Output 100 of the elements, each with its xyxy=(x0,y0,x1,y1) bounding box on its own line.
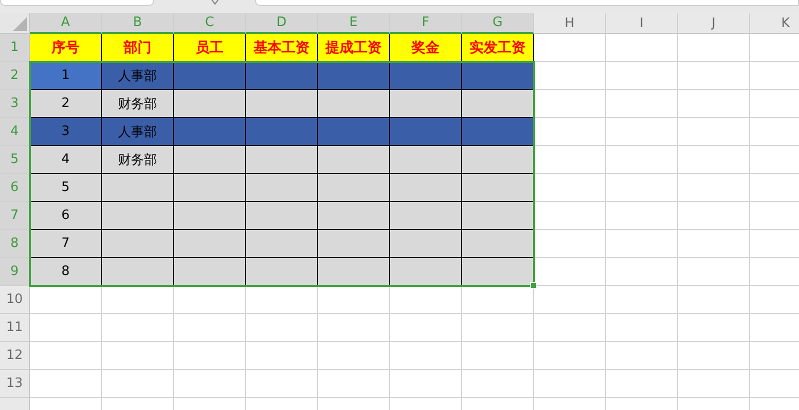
empty-cell xyxy=(462,370,534,398)
table-cell: 3 xyxy=(30,118,102,146)
empty-cell xyxy=(102,370,174,398)
empty-cell xyxy=(390,286,462,314)
empty-cell xyxy=(102,342,174,370)
empty-cell xyxy=(678,342,750,370)
empty-cell xyxy=(678,62,750,90)
empty-cell xyxy=(606,370,678,398)
empty-cell xyxy=(606,286,678,314)
table-cell: 财务部 xyxy=(102,90,174,118)
row-header[interactable]: 10 xyxy=(0,286,30,314)
empty-cell xyxy=(390,370,462,398)
table-cell: 1 xyxy=(30,62,102,90)
empty-cell xyxy=(534,342,606,370)
column-header[interactable]: I xyxy=(606,13,678,34)
row-header[interactable]: 2 xyxy=(0,62,30,90)
empty-cell xyxy=(174,370,246,398)
empty-cell xyxy=(606,62,678,90)
column-header[interactable]: H xyxy=(534,13,606,34)
row-header[interactable]: 11 xyxy=(0,314,30,342)
column-header[interactable]: B xyxy=(102,13,174,34)
empty-cell xyxy=(318,286,390,314)
empty-cell xyxy=(678,202,750,230)
row-header[interactable]: 8 xyxy=(0,230,30,258)
row-header[interactable]: 13 xyxy=(0,370,30,398)
empty-cell xyxy=(174,314,246,342)
empty-cell xyxy=(606,202,678,230)
table-cell: 财务部 xyxy=(102,146,174,174)
empty-cell xyxy=(246,342,318,370)
empty-cell xyxy=(678,314,750,342)
caret-icon[interactable] xyxy=(211,0,219,5)
empty-cell xyxy=(678,230,750,258)
table-cell: 8 xyxy=(30,258,102,286)
empty-cell xyxy=(246,286,318,314)
table-header-cell: 实发工资 xyxy=(462,34,534,62)
empty-cell xyxy=(606,314,678,342)
table-cell: 5 xyxy=(30,174,102,202)
empty-cell xyxy=(246,370,318,398)
column-header[interactable]: D xyxy=(246,13,318,34)
empty-cell xyxy=(174,286,246,314)
empty-cell xyxy=(534,286,606,314)
table-cell: 人事部 xyxy=(102,62,174,90)
empty-cell xyxy=(606,174,678,202)
column-header[interactable]: F xyxy=(390,13,462,34)
empty-cell xyxy=(390,342,462,370)
column-header[interactable]: K xyxy=(750,13,799,34)
select-all-corner[interactable] xyxy=(0,13,30,34)
empty-cell xyxy=(462,286,534,314)
table-header-cell: 部门 xyxy=(102,34,174,62)
row-header[interactable]: 1 xyxy=(0,34,30,62)
formula-field[interactable] xyxy=(255,0,799,6)
empty-cell xyxy=(318,342,390,370)
empty-cell xyxy=(678,90,750,118)
triangle-icon xyxy=(13,17,27,31)
empty-cell xyxy=(246,314,318,342)
empty-cell xyxy=(534,314,606,342)
empty-cell xyxy=(534,370,606,398)
row-header[interactable]: 4 xyxy=(0,118,30,146)
row-header[interactable]: 12 xyxy=(0,342,30,370)
row-header[interactable]: 3 xyxy=(0,90,30,118)
empty-cell xyxy=(606,146,678,174)
column-header[interactable]: A xyxy=(30,13,102,34)
table-cell: 2 xyxy=(30,90,102,118)
empty-cell xyxy=(102,286,174,314)
table-header-cell: 员工 xyxy=(174,34,246,62)
column-header[interactable]: E xyxy=(318,13,390,34)
empty-cell xyxy=(606,90,678,118)
table-header-cell: 奖金 xyxy=(390,34,462,62)
empty-cell xyxy=(678,286,750,314)
table-cell: 人事部 xyxy=(102,118,174,146)
empty-cell xyxy=(606,342,678,370)
table-header-cell: 序号 xyxy=(30,34,102,62)
empty-cell xyxy=(678,118,750,146)
empty-cell xyxy=(678,146,750,174)
empty-cell xyxy=(678,34,750,62)
empty-cell xyxy=(606,258,678,286)
empty-cell xyxy=(462,314,534,342)
empty-cell xyxy=(390,314,462,342)
empty-cell xyxy=(678,174,750,202)
empty-cell xyxy=(606,230,678,258)
row-header[interactable]: 5 xyxy=(0,146,30,174)
empty-cell xyxy=(678,370,750,398)
table-cell: 4 xyxy=(30,146,102,174)
empty-cell xyxy=(102,314,174,342)
empty-cell xyxy=(318,370,390,398)
table-header-cell: 提成工资 xyxy=(318,34,390,62)
column-header[interactable]: C xyxy=(174,13,246,34)
table-cell: 7 xyxy=(30,230,102,258)
name-box[interactable] xyxy=(0,0,154,6)
column-header[interactable]: J xyxy=(678,13,750,34)
column-header[interactable]: G xyxy=(462,13,534,34)
row-header[interactable]: 9 xyxy=(0,258,30,286)
empty-cell xyxy=(606,118,678,146)
row-header[interactable]: 6 xyxy=(0,174,30,202)
empty-cell xyxy=(678,258,750,286)
table-cell: 6 xyxy=(30,202,102,230)
row-header[interactable]: 7 xyxy=(0,202,30,230)
empty-cell xyxy=(318,314,390,342)
empty-cell xyxy=(462,342,534,370)
empty-cell xyxy=(174,342,246,370)
